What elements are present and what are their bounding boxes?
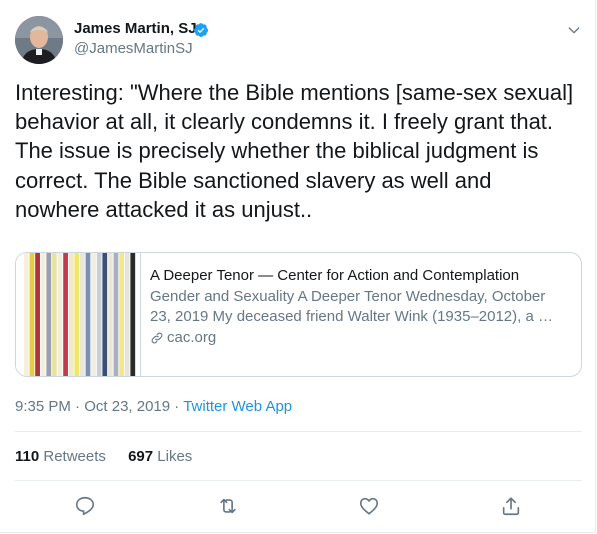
thumbnail-stripe [102, 253, 108, 376]
thumbnail-stripe [35, 253, 40, 376]
thumbnail-stripe [96, 253, 102, 376]
link-icon [151, 332, 163, 344]
source-app-link[interactable]: Twitter Web App [183, 398, 292, 415]
tweet-text: Interesting: "Where the Bible mentions [… [15, 80, 574, 222]
retweet-button[interactable] [217, 495, 239, 517]
verified-badge-icon [194, 23, 208, 37]
thumbnail-stripe [57, 253, 63, 376]
tweet-stats: 110 Retweets 697 Likes [15, 448, 210, 465]
thumbnail-stripe [91, 253, 96, 376]
author-handle[interactable]: @JamesMartinSJ [74, 40, 193, 57]
thumbnail-stripe [68, 253, 74, 376]
thumbnail-stripe [108, 253, 113, 376]
share-icon [502, 497, 520, 516]
thumbnail-stripe [63, 253, 68, 376]
card-thumbnail-image [16, 253, 140, 376]
card-thumbnail [16, 253, 141, 376]
reply-icon [75, 496, 95, 516]
retweets-label: Retweets [43, 448, 106, 465]
like-icon [359, 497, 379, 515]
link-card[interactable]: A Deeper Tenor — Center for Action and C… [15, 252, 582, 377]
card-title: A Deeper Tenor — Center for Action and C… [150, 267, 520, 284]
chevron-down-icon[interactable] [566, 22, 582, 38]
reply-button[interactable] [74, 495, 96, 517]
thumbnail-stripe [46, 253, 52, 376]
thumbnail-stripe [24, 253, 29, 376]
likes-label: Likes [157, 448, 193, 465]
share-button[interactable] [500, 495, 522, 517]
retweet-icon [220, 498, 236, 514]
card-domain-row: cac.org [150, 328, 570, 348]
avatar[interactable] [15, 16, 63, 64]
card-domain: cac.org [167, 329, 217, 346]
thumbnail-stripe [130, 253, 136, 376]
meta-separator: · [75, 398, 81, 415]
like-button[interactable] [358, 495, 380, 517]
thumbnail-stripe [52, 253, 57, 376]
tweet-time[interactable]: 9:35 PM [15, 398, 71, 415]
thumbnail-stripe [29, 253, 35, 376]
tweet-meta: 9:35 PM · Oct 23, 2019 · Twitter Web App [15, 398, 292, 415]
card-description: Gender and Sexuality A Deeper Tenor Wedn… [150, 288, 553, 325]
thumbnail-stripe [40, 253, 46, 376]
retweets-stat[interactable]: 110 Retweets [15, 448, 106, 465]
meta-separator: · [174, 398, 180, 415]
thumbnail-stripe [85, 253, 91, 376]
likes-count: 697 [128, 448, 154, 465]
thumbnail-stripe [74, 253, 80, 376]
likes-stat[interactable]: 697 Likes [128, 448, 192, 465]
divider [15, 480, 582, 481]
thumbnail-stripe [80, 253, 85, 376]
tweet-date[interactable]: Oct 23, 2019 [84, 398, 170, 415]
avatar-image [15, 16, 63, 64]
retweets-count: 110 [15, 448, 40, 465]
divider [15, 431, 582, 432]
thumbnail-stripe [113, 253, 119, 376]
thumbnail-stripe [119, 253, 124, 376]
card-body: A Deeper Tenor — Center for Action and C… [150, 266, 570, 348]
thumbnail-stripe [124, 253, 130, 376]
author-name[interactable]: James Martin, SJ [74, 20, 197, 37]
